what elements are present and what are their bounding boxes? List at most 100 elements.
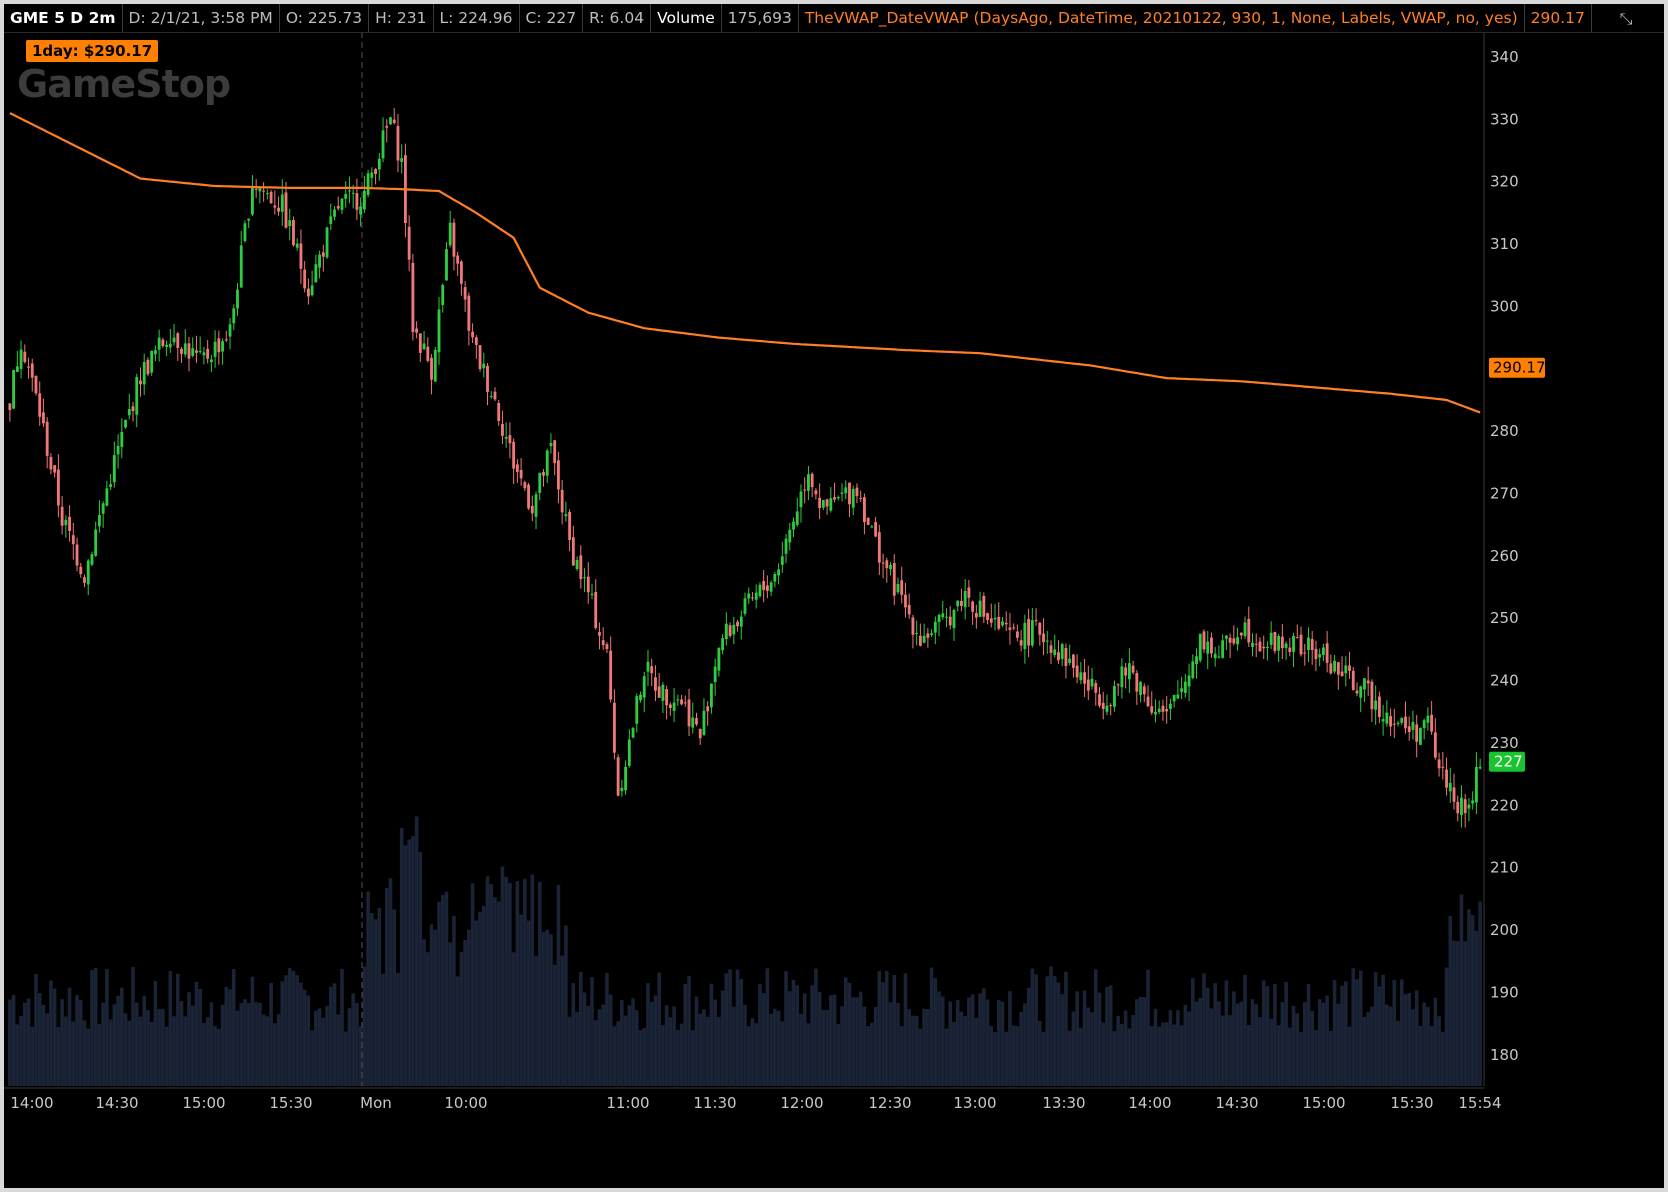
volume-label[interactable]: Volume [651,4,722,32]
candle-up [366,173,370,195]
candle-down [1452,787,1456,802]
candle-down [1015,631,1019,638]
volume-bar [71,1021,76,1086]
candle-down [1314,648,1318,660]
time-tick-label: 11:30 [693,1094,736,1112]
volume-bar [1183,1004,1188,1086]
volume-bar [459,951,464,1086]
candle-down [1273,631,1277,652]
candle-up [1426,715,1430,723]
volume-bar [1146,969,1150,1086]
volume-bar [687,975,691,1086]
volume-bar [802,993,807,1086]
candle-up [448,222,452,246]
expand-collapse-icon[interactable]: ⤡ [1614,9,1638,29]
candle-down [224,339,228,341]
candle-down [866,518,870,525]
volume-bar [1034,974,1038,1086]
volume-bar [474,920,479,1086]
volume-bar [899,1026,904,1086]
volume-bar [1071,1011,1076,1086]
volume-bar [328,986,333,1086]
volume-bar [1299,1031,1303,1086]
candle-down [515,464,519,472]
volume-bar [545,929,550,1086]
volume-bar [414,816,419,1086]
time-tick-label: 13:00 [953,1094,996,1112]
candle-down [1008,627,1012,630]
volume-bar [560,955,564,1086]
volume-bar [504,876,508,1086]
candle-down [553,440,557,464]
volume-bar [829,995,833,1086]
candle-up [295,243,299,248]
study-label[interactable]: TheVWAP_DateVWAP (DaysAgo, DateTime, 202… [799,4,1525,32]
candle-down [355,193,359,210]
candle-up [165,344,169,347]
candle-up [534,494,538,517]
volume-bar [1097,992,1102,1086]
volume-bar [556,885,561,1086]
candle-down [1131,665,1135,673]
volume-bar [1157,1026,1162,1086]
candle-down [892,563,896,596]
candle-up [64,519,68,526]
volume-bar [1187,1011,1191,1086]
candle-up [538,472,542,493]
volume-bar [567,1016,572,1086]
candle-up [583,577,586,579]
candle-up [821,500,825,508]
candle-up [627,739,631,766]
volume-bar [985,999,990,1086]
volume-bar [325,1006,329,1086]
candle-down [1101,702,1105,710]
price-tick-label: 240 [1490,672,1519,690]
candle-down [75,544,79,566]
volume-bar [832,994,837,1086]
candle-up [1284,643,1288,649]
volume-bar [780,1021,785,1086]
volume-bar [1377,986,1382,1086]
candle-down [1288,647,1292,653]
volume-bar [179,1000,184,1086]
volume-bar [1351,968,1356,1086]
volume-bar [437,901,441,1086]
candle-up [836,497,840,499]
volume-bar [243,999,247,1086]
volume-bar [444,891,449,1086]
volume-bar [982,988,986,1086]
candle-up [1030,620,1034,646]
volume-bar [332,983,337,1086]
volume-bar [955,1000,960,1086]
candle-up [590,593,594,596]
volume-bar [1246,1024,1251,1086]
candle-down [1258,641,1262,652]
candle-up [1191,661,1195,678]
volume-bar [1093,969,1098,1086]
candle-down [415,328,419,333]
candle-down [277,207,280,212]
volume-bar [1373,972,1378,1086]
volume-bar [918,1028,923,1086]
volume-bar [392,909,397,1086]
volume-bar [1041,1031,1046,1086]
volume-bar [90,970,94,1086]
volume-bar [1269,1018,1273,1086]
candle-down [411,262,415,333]
candle-up [792,521,795,530]
volume-bar [1049,966,1053,1086]
volume-bar [672,1006,676,1086]
candle-up [1187,675,1191,687]
symbol-label[interactable]: GME 5 D 2m [4,4,123,32]
volume-bar [134,1002,139,1086]
volume-bar [776,1010,781,1086]
volume-bar [336,1014,341,1086]
price-chart[interactable]: 1801902002102202302402502602702802903003… [4,4,1664,1188]
candle-up [631,728,635,738]
volume-bar [496,901,501,1086]
volume-bar [321,1017,326,1086]
time-tick-label: 11:00 [606,1094,649,1112]
volume-bar [161,1008,165,1086]
volume-bar [470,883,475,1086]
volume-bar [500,866,505,1086]
